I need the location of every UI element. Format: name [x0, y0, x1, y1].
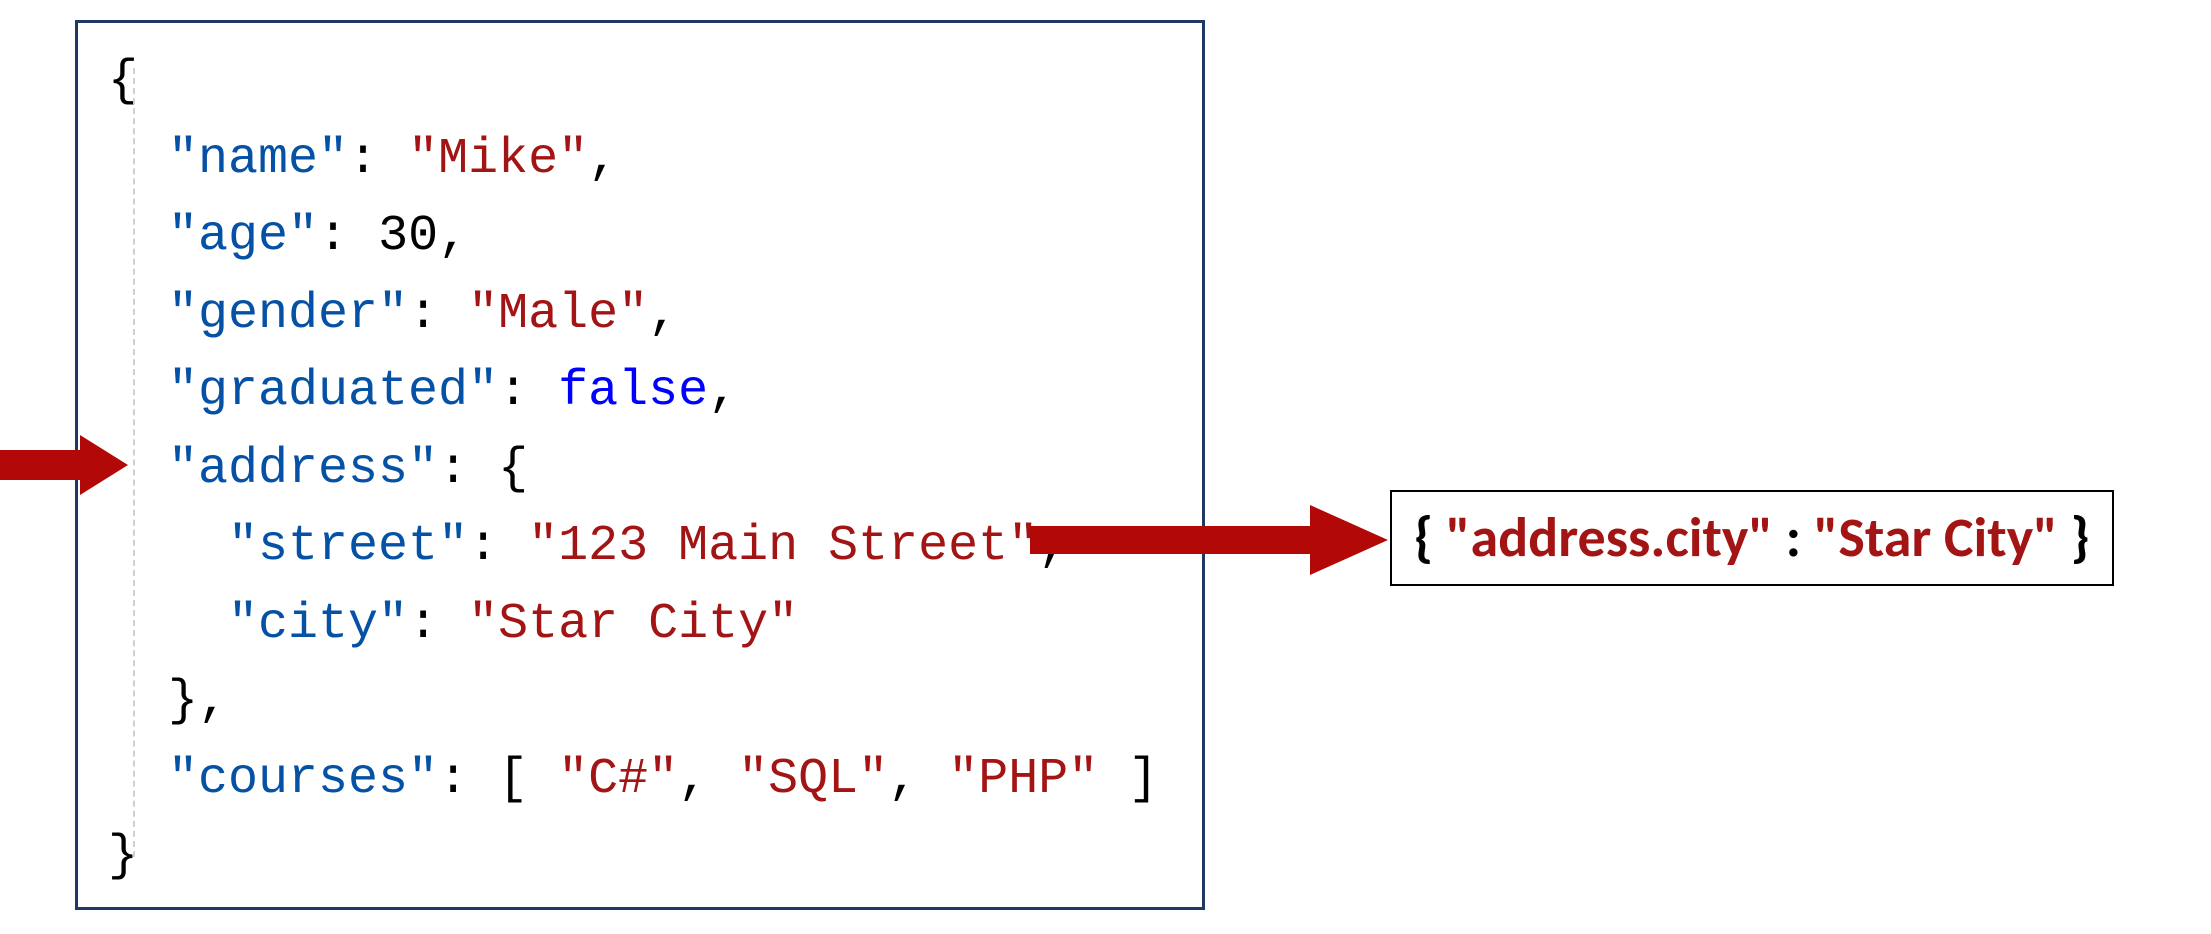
code-line-0: { — [108, 43, 1182, 121]
code-line-7: "city": "Star City" — [108, 586, 1182, 664]
annotation-brace-close: } — [2058, 504, 2090, 572]
annotation-key: "address.city" — [1446, 504, 1773, 572]
code-line-1: "name": "Mike", — [108, 121, 1182, 199]
annotation-value: "Star City" — [1814, 504, 2058, 572]
code-line-9: "courses": [ "C#", "SQL", "PHP" ] — [108, 741, 1182, 819]
arrow-right-icon — [1030, 500, 1390, 580]
annotation-sep: : — [1773, 504, 1814, 572]
code-line-2: "age": 30, — [108, 198, 1182, 276]
annotation-brace-open: { — [1414, 504, 1446, 572]
code-line-6: "street": "123 Main Street", — [108, 508, 1182, 586]
code-line-10: } — [108, 818, 1182, 896]
code-box: { "name": "Mike", "age": 30, "gender": "… — [75, 20, 1205, 910]
code-line-3: "gender": "Male", — [108, 276, 1182, 354]
flattened-annotation: { "address.city" : "Star City" } — [1390, 490, 2114, 586]
code-line-4: "graduated": false, — [108, 353, 1182, 431]
arrow-left-icon — [0, 430, 130, 500]
indent-guide — [133, 68, 135, 857]
code-line-5: "address": { — [108, 431, 1182, 509]
code-line-8: }, — [108, 663, 1182, 741]
